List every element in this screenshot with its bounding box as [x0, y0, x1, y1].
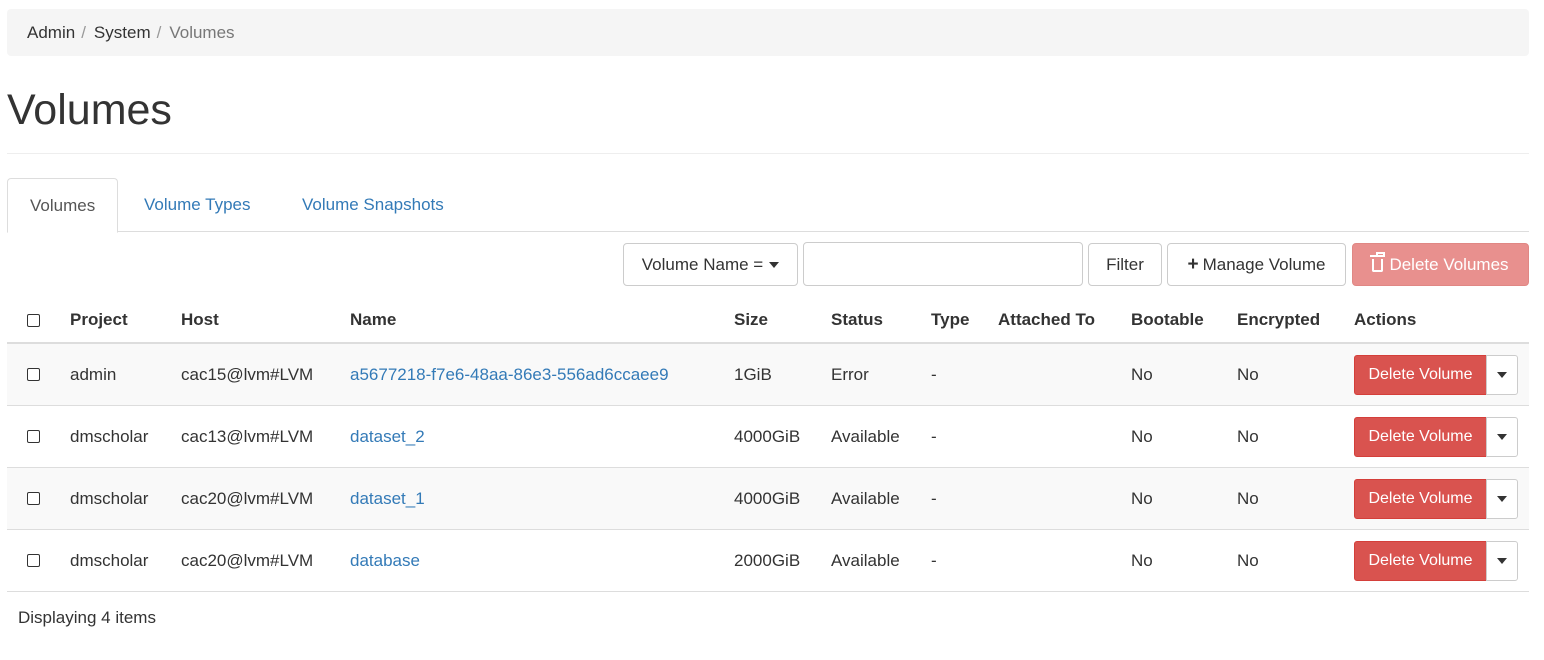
filter-button-label: Filter — [1106, 254, 1144, 274]
volume-name-link[interactable]: a5677218-f7e6-48aa-86e3-556ad6ccaee9 — [350, 344, 669, 406]
manage-volume-button[interactable]: + Manage Volume — [1167, 243, 1346, 286]
column-header-encrypted[interactable]: Encrypted — [1237, 298, 1320, 342]
table-row: admin cac15@lvm#LVM a5677218-f7e6-48aa-8… — [7, 344, 1529, 406]
cell-host: cac13@lvm#LVM — [181, 427, 314, 446]
column-header-size[interactable]: Size — [734, 298, 768, 342]
cell-bootable: No — [1131, 489, 1153, 508]
cell-type: - — [931, 489, 937, 508]
volumes-table: Project Host Name Size Status Type Attac… — [7, 298, 1529, 592]
select-all-checkbox[interactable] — [27, 314, 40, 327]
cell-size: 4000GiB — [734, 489, 801, 508]
tab-volume-snapshots[interactable]: Volume Snapshots — [302, 178, 444, 232]
breadcrumb: Admin / System / Volumes — [7, 9, 1529, 56]
column-header-project[interactable]: Project — [70, 298, 128, 342]
manage-volume-label: Manage Volume — [1202, 254, 1326, 274]
delete-volume-button[interactable]: Delete Volume — [1354, 479, 1487, 519]
cell-encrypted: No — [1237, 427, 1259, 446]
tab-volumes[interactable]: Volumes — [7, 178, 119, 233]
cell-host: cac20@lvm#LVM — [181, 489, 314, 508]
cell-host: cac20@lvm#LVM — [181, 551, 314, 570]
breadcrumb-separator: / — [156, 22, 162, 42]
cell-size: 4000GiB — [734, 427, 801, 446]
volume-name-link[interactable]: dataset_1 — [350, 468, 425, 530]
cell-encrypted: No — [1237, 551, 1259, 570]
filter-field-dropdown[interactable]: Volume Name = — [623, 243, 798, 286]
column-header-name[interactable]: Name — [350, 298, 396, 342]
column-header-attached-to[interactable]: Attached To — [998, 298, 1095, 342]
cell-encrypted: No — [1237, 489, 1259, 508]
trash-icon — [1370, 252, 1386, 272]
title-divider — [7, 153, 1529, 154]
column-header-bootable[interactable]: Bootable — [1131, 298, 1204, 342]
delete-volume-button[interactable]: Delete Volume — [1354, 541, 1487, 581]
cell-project: dmscholar — [70, 489, 149, 508]
item-count: Displaying 4 items — [18, 608, 156, 627]
cell-type: - — [931, 365, 937, 384]
row-checkbox[interactable] — [27, 492, 40, 505]
caret-down-icon — [769, 261, 780, 268]
table-row: dmscholar cac20@lvm#LVM dataset_1 4000Gi… — [7, 468, 1529, 530]
caret-down-icon — [1497, 496, 1507, 502]
cell-type: - — [931, 551, 937, 570]
cell-encrypted: No — [1237, 365, 1259, 384]
table-row: dmscholar cac13@lvm#LVM dataset_2 4000Gi… — [7, 406, 1529, 468]
cell-project: dmscholar — [70, 427, 149, 446]
cell-status: Available — [831, 551, 900, 570]
filter-input[interactable] — [803, 242, 1083, 286]
cell-size: 2000GiB — [734, 551, 801, 570]
breadcrumb-system[interactable]: System — [94, 23, 151, 43]
cell-bootable: No — [1131, 365, 1153, 384]
cell-bootable: No — [1131, 551, 1153, 570]
cell-status: Available — [831, 427, 900, 446]
filter-field-label: Volume Name = — [641, 254, 764, 274]
cell-bootable: No — [1131, 427, 1153, 446]
breadcrumb-current: Volumes — [169, 22, 235, 42]
cell-type: - — [931, 427, 937, 446]
breadcrumb-separator: / — [81, 22, 86, 42]
row-actions-dropdown[interactable] — [1486, 355, 1518, 395]
column-header-type[interactable]: Type — [931, 298, 969, 342]
cell-size: 1GiB — [734, 365, 772, 384]
delete-volumes-button[interactable]: Delete Volumes — [1352, 243, 1529, 286]
caret-down-icon — [1497, 558, 1507, 564]
caret-down-icon — [1497, 372, 1507, 378]
table-row: dmscholar cac20@lvm#LVM database 2000GiB… — [7, 530, 1529, 592]
delete-volume-button[interactable]: Delete Volume — [1354, 417, 1487, 457]
row-actions-dropdown[interactable] — [1486, 541, 1518, 581]
cell-status: Error — [831, 365, 869, 384]
row-actions-dropdown[interactable] — [1486, 417, 1518, 457]
filter-button[interactable]: Filter — [1088, 243, 1162, 286]
cell-status: Available — [831, 489, 900, 508]
page-title: Volumes — [7, 86, 172, 134]
row-checkbox[interactable] — [27, 554, 40, 567]
tab-bar: Volumes Volume Types Volume Snapshots — [7, 178, 1529, 233]
cell-host: cac15@lvm#LVM — [181, 365, 314, 384]
cell-project: dmscholar — [70, 551, 149, 570]
tab-volume-types[interactable]: Volume Types — [144, 178, 250, 232]
volume-name-link[interactable]: database — [350, 530, 420, 592]
column-header-actions: Actions — [1354, 310, 1417, 329]
breadcrumb-admin[interactable]: Admin — [27, 23, 75, 43]
cell-project: admin — [70, 365, 117, 384]
table-header: Project Host Name Size Status Type Attac… — [7, 298, 1529, 344]
caret-down-icon — [1497, 434, 1507, 440]
row-actions-dropdown[interactable] — [1486, 479, 1518, 519]
column-header-status[interactable]: Status — [831, 298, 883, 342]
row-checkbox[interactable] — [27, 368, 40, 381]
column-header-host[interactable]: Host — [181, 298, 219, 342]
plus-icon: + — [1187, 254, 1199, 275]
row-checkbox[interactable] — [27, 430, 40, 443]
volume-name-link[interactable]: dataset_2 — [350, 406, 425, 468]
delete-volume-button[interactable]: Delete Volume — [1354, 355, 1487, 395]
delete-volumes-label: Delete Volumes — [1389, 254, 1509, 274]
